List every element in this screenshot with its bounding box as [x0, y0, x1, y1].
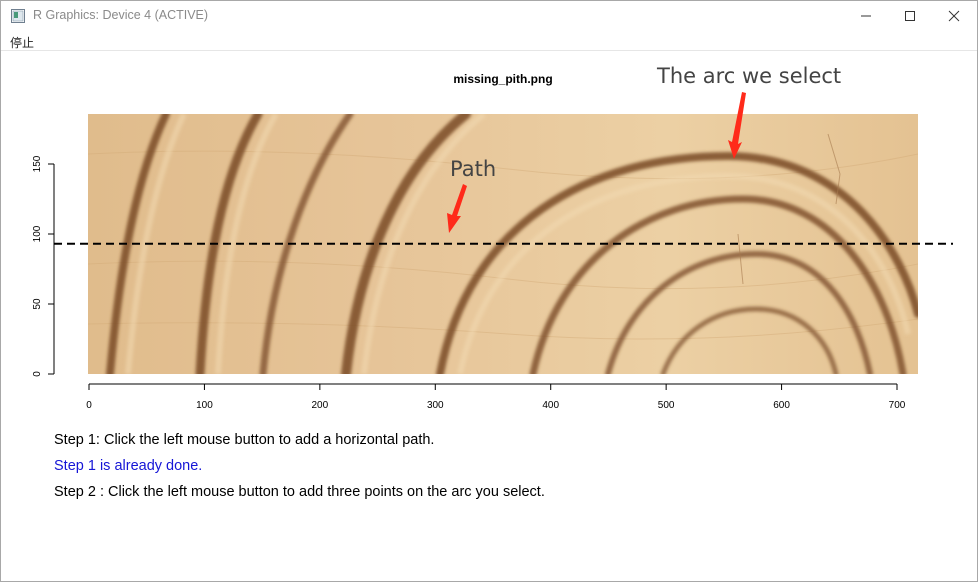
path-arrow	[447, 184, 467, 233]
x-tick-label: 0	[86, 400, 92, 411]
x-tick-label: 500	[658, 400, 675, 411]
x-tick-label: 300	[427, 400, 444, 411]
close-button[interactable]	[931, 1, 977, 31]
minimize-button[interactable]	[843, 1, 889, 31]
x-tick-label: 400	[542, 400, 559, 411]
minimize-icon	[861, 15, 871, 17]
maximize-button[interactable]	[887, 1, 933, 31]
path-annotation-label: Path	[450, 157, 497, 181]
instruction-step-2: Step 2 : Click the left mouse button to …	[54, 484, 545, 500]
close-icon	[948, 10, 960, 22]
window-title: R Graphics: Device 4 (ACTIVE)	[33, 8, 209, 22]
y-tick-label: 100	[32, 225, 43, 242]
instruction-step-1: Step 1: Click the left mouse button to a…	[54, 432, 435, 448]
plot-axes: 0 50 100 150 0 100 200 300 400 500 600 700	[32, 92, 953, 411]
plot-canvas[interactable]: missing_pith.png 0 50 100 150 0 100 200 …	[1, 51, 977, 581]
maximize-icon	[905, 11, 915, 21]
y-axis-ticks: 0 50 100 150	[32, 155, 54, 377]
menu-bar: 停止	[1, 31, 977, 51]
title-bar[interactable]: R Graphics: Device 4 (ACTIVE)	[1, 1, 977, 31]
arc-arrow	[728, 92, 746, 159]
x-tick-label: 100	[196, 400, 213, 411]
r-graphics-app-icon	[11, 9, 25, 23]
menu-item-stop[interactable]: 停止	[10, 34, 34, 51]
y-tick-label: 50	[32, 298, 43, 310]
arc-annotation-label: The arc we select	[657, 64, 842, 88]
x-tick-label: 700	[889, 400, 906, 411]
y-tick-label: 150	[32, 155, 43, 172]
r-graphics-window: R Graphics: Device 4 (ACTIVE) 停止 missing…	[0, 0, 978, 582]
x-axis-ticks: 0 100 200 300 400 500 600 700	[86, 384, 906, 411]
y-tick-label: 0	[32, 371, 43, 377]
x-tick-label: 200	[312, 400, 329, 411]
instruction-status: Step 1 is already done.	[54, 458, 203, 474]
x-tick-label: 600	[773, 400, 790, 411]
